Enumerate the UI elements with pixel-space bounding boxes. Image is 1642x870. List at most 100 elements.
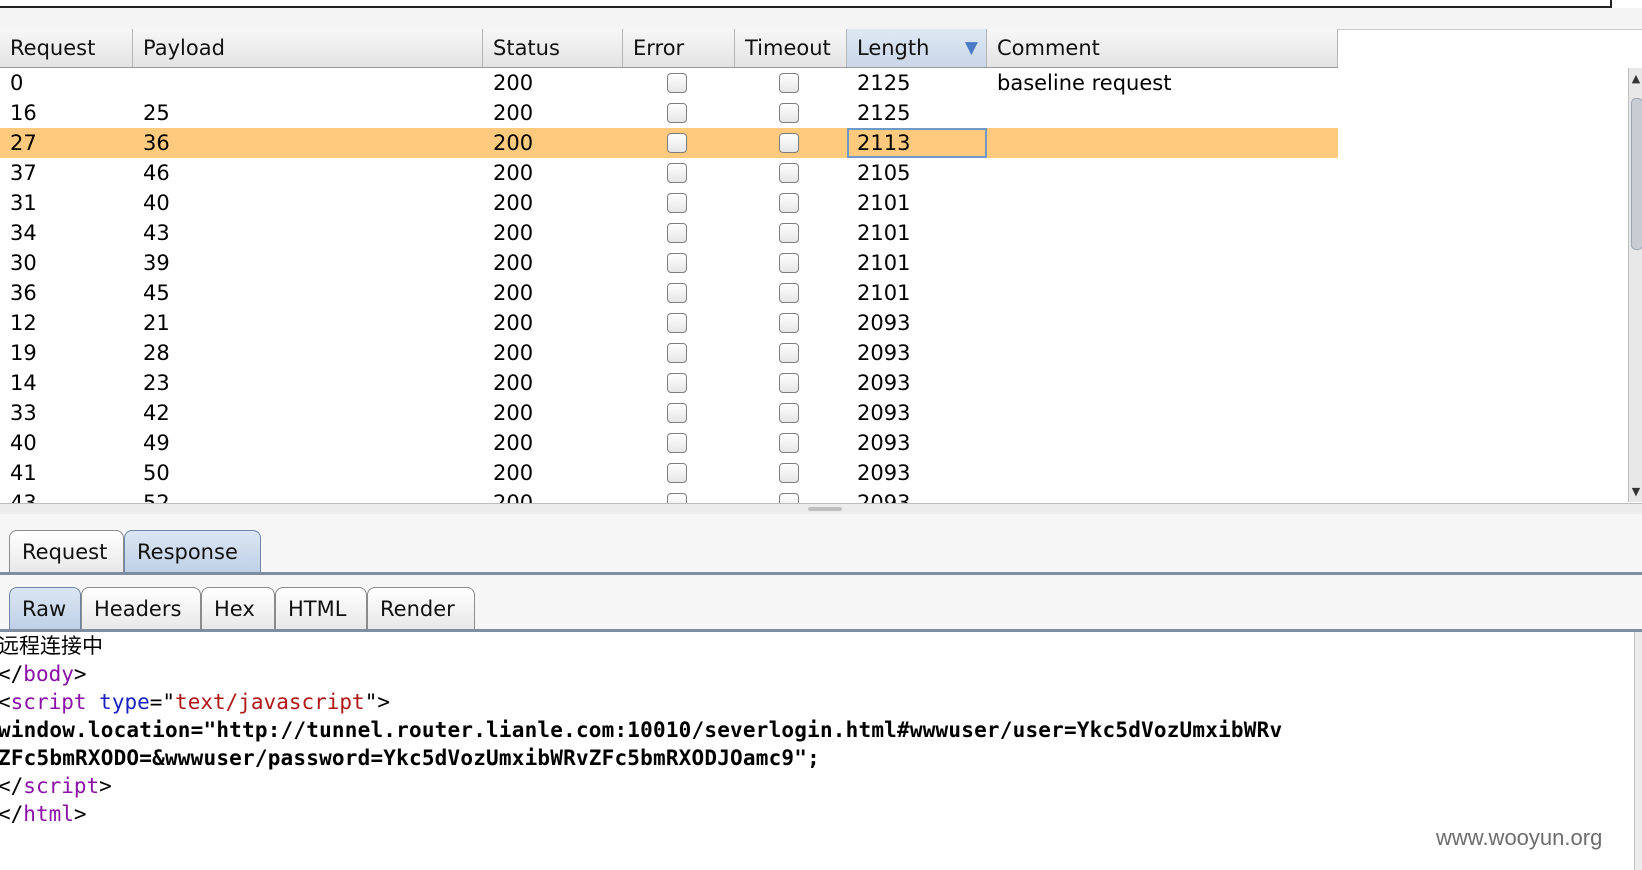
cell-status[interactable]: 200 bbox=[483, 308, 623, 338]
cell-status[interactable]: 200 bbox=[483, 398, 623, 428]
column-header-error[interactable]: Error bbox=[623, 29, 735, 67]
tab-raw[interactable]: Raw bbox=[9, 587, 81, 629]
cell-request[interactable]: 40 bbox=[0, 428, 133, 458]
cell-comment[interactable] bbox=[987, 398, 1338, 428]
cell-request[interactable]: 31 bbox=[0, 188, 133, 218]
cell-length[interactable]: 2093 bbox=[847, 308, 987, 338]
cell-request[interactable]: 33 bbox=[0, 398, 133, 428]
checkbox-icon[interactable] bbox=[779, 223, 799, 243]
cell-comment[interactable] bbox=[987, 338, 1338, 368]
cell-request[interactable]: 19 bbox=[0, 338, 133, 368]
cell-length[interactable]: 2093 bbox=[847, 428, 987, 458]
cell-payload[interactable]: 46 bbox=[133, 158, 483, 188]
checkbox-icon[interactable] bbox=[779, 403, 799, 423]
cell-request[interactable]: 0 bbox=[0, 68, 133, 98]
cell-payload[interactable]: 52 bbox=[133, 488, 483, 503]
tab-html[interactable]: HTML bbox=[275, 587, 367, 629]
table-row[interactable]: 33 42 200 2093 bbox=[0, 398, 1338, 428]
cell-payload[interactable]: 43 bbox=[133, 218, 483, 248]
cell-comment[interactable] bbox=[987, 248, 1338, 278]
checkbox-icon[interactable] bbox=[667, 433, 687, 453]
cell-length[interactable]: 2093 bbox=[847, 368, 987, 398]
cell-length[interactable]: 2125 bbox=[847, 68, 987, 98]
table-row[interactable]: 31 40 200 2101 bbox=[0, 188, 1338, 218]
cell-request[interactable]: 12 bbox=[0, 308, 133, 338]
cell-payload[interactable]: 42 bbox=[133, 398, 483, 428]
cell-payload[interactable]: 45 bbox=[133, 278, 483, 308]
scrollbar-thumb[interactable] bbox=[1631, 98, 1642, 250]
checkbox-icon[interactable] bbox=[667, 283, 687, 303]
cell-comment[interactable] bbox=[987, 458, 1338, 488]
cell-request[interactable]: 16 bbox=[0, 98, 133, 128]
checkbox-icon[interactable] bbox=[779, 343, 799, 363]
checkbox-icon[interactable] bbox=[667, 313, 687, 333]
checkbox-icon[interactable] bbox=[667, 463, 687, 483]
cell-request[interactable]: 43 bbox=[0, 488, 133, 503]
cell-length[interactable]: 2101 bbox=[847, 188, 987, 218]
tab-headers[interactable]: Headers bbox=[81, 587, 201, 629]
cell-request[interactable]: 34 bbox=[0, 218, 133, 248]
checkbox-icon[interactable] bbox=[667, 73, 687, 93]
column-header-timeout[interactable]: Timeout bbox=[735, 29, 847, 67]
cell-length[interactable]: 2093 bbox=[847, 488, 987, 503]
table-row[interactable]: 34 43 200 2101 bbox=[0, 218, 1338, 248]
tab-response[interactable]: Response bbox=[124, 530, 261, 572]
cell-status[interactable]: 200 bbox=[483, 458, 623, 488]
cell-request[interactable]: 36 bbox=[0, 278, 133, 308]
checkbox-icon[interactable] bbox=[779, 193, 799, 213]
cell-length[interactable]: 2093 bbox=[847, 338, 987, 368]
cell-status[interactable]: 200 bbox=[483, 428, 623, 458]
checkbox-icon[interactable] bbox=[667, 403, 687, 423]
cell-comment[interactable] bbox=[987, 428, 1338, 458]
scroll-up-icon[interactable]: ▲ bbox=[1629, 72, 1642, 85]
checkbox-icon[interactable] bbox=[667, 133, 687, 153]
cell-payload[interactable]: 49 bbox=[133, 428, 483, 458]
table-row[interactable]: 19 28 200 2093 bbox=[0, 338, 1338, 368]
cell-status[interactable]: 200 bbox=[483, 488, 623, 503]
checkbox-icon[interactable] bbox=[667, 193, 687, 213]
table-row[interactable]: 0 200 2125 baseline request bbox=[0, 68, 1338, 98]
column-header-payload[interactable]: Payload bbox=[133, 29, 483, 67]
checkbox-icon[interactable] bbox=[779, 253, 799, 273]
cell-status[interactable]: 200 bbox=[483, 278, 623, 308]
cell-length[interactable]: 2093 bbox=[847, 458, 987, 488]
cell-payload[interactable]: 25 bbox=[133, 98, 483, 128]
cell-status[interactable]: 200 bbox=[483, 98, 623, 128]
cell-length[interactable]: 2093 bbox=[847, 398, 987, 428]
table-row[interactable]: 41 50 200 2093 bbox=[0, 458, 1338, 488]
cell-comment[interactable]: baseline request bbox=[987, 68, 1338, 98]
checkbox-icon[interactable] bbox=[779, 103, 799, 123]
checkbox-icon[interactable] bbox=[667, 223, 687, 243]
checkbox-icon[interactable] bbox=[779, 433, 799, 453]
checkbox-icon[interactable] bbox=[779, 163, 799, 183]
cell-payload[interactable] bbox=[133, 68, 483, 98]
table-row[interactable]: 37 46 200 2105 bbox=[0, 158, 1338, 188]
checkbox-icon[interactable] bbox=[667, 253, 687, 273]
cell-status[interactable]: 200 bbox=[483, 368, 623, 398]
table-row[interactable]: 30 39 200 2101 bbox=[0, 248, 1338, 278]
cell-length[interactable]: 2125 bbox=[847, 98, 987, 128]
cell-comment[interactable] bbox=[987, 158, 1338, 188]
table-row[interactable]: 43 52 200 2093 bbox=[0, 488, 1338, 503]
cell-payload[interactable]: 39 bbox=[133, 248, 483, 278]
cell-status[interactable]: 200 bbox=[483, 188, 623, 218]
cell-comment[interactable] bbox=[987, 188, 1338, 218]
cell-length[interactable]: 2101 bbox=[847, 248, 987, 278]
checkbox-icon[interactable] bbox=[779, 133, 799, 153]
checkbox-icon[interactable] bbox=[667, 103, 687, 123]
cell-status[interactable]: 200 bbox=[483, 68, 623, 98]
cell-length[interactable]: 2101 bbox=[847, 218, 987, 248]
cell-request[interactable]: 41 bbox=[0, 458, 133, 488]
tab-request[interactable]: Request bbox=[9, 530, 124, 572]
cell-status[interactable]: 200 bbox=[483, 158, 623, 188]
cell-length[interactable]: 2105 bbox=[847, 158, 987, 188]
response-body-viewer[interactable]: 远程连接中 </body> <script type="text/javascr… bbox=[0, 632, 1634, 870]
cell-length[interactable]: 2101 bbox=[847, 278, 987, 308]
cell-length[interactable]: 2113 bbox=[847, 128, 987, 158]
column-header-length[interactable]: Length ▼ bbox=[847, 29, 987, 67]
cell-comment[interactable] bbox=[987, 308, 1338, 338]
checkbox-icon[interactable] bbox=[779, 283, 799, 303]
column-header-comment[interactable]: Comment bbox=[987, 29, 1338, 67]
checkbox-icon[interactable] bbox=[667, 163, 687, 183]
cell-comment[interactable] bbox=[987, 218, 1338, 248]
